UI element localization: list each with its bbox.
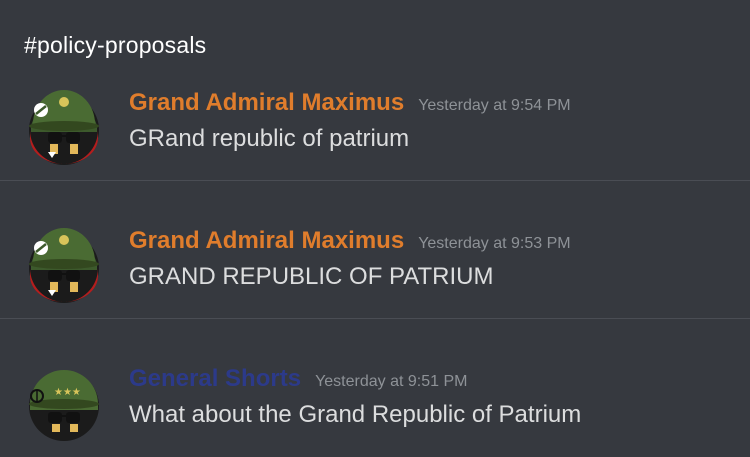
message-header: General Shorts Yesterday at 9:51 PM [129,365,467,393]
message-header: Grand Admiral Maximus Yesterday at 9:53 P… [129,227,571,255]
message-text: GRand republic of patrium [129,125,410,152]
avatar[interactable] [24,224,104,304]
message-item: Grand Admiral Maximus Yesterday at 9:54 P… [0,42,750,180]
timestamp: Yesterday at 9:51 PM [315,373,468,390]
author-name[interactable]: Grand Admiral Maximus [129,227,404,254]
timestamp: Yesterday at 9:53 PM [418,235,571,252]
author-name[interactable]: Grand Admiral Maximus [129,89,404,116]
message-text: GRAND REPUBLIC OF PATRIUM [129,263,494,290]
timestamp: Yesterday at 9:54 PM [418,97,571,114]
message-header: Grand Admiral Maximus Yesterday at 9:54 P… [129,89,571,117]
message-text: What about the Grand Republic of Patrium [129,401,582,428]
avatar[interactable]: ★★★ [24,362,104,442]
author-name[interactable]: General Shorts [129,365,301,392]
message-item: Grand Admiral Maximus Yesterday at 9:53 P… [0,180,750,318]
svg-text:★★★: ★★★ [54,387,81,398]
message-item: ★★★ General Shorts Yesterday at 9:51 PM W… [0,318,750,456]
avatar[interactable] [24,86,104,166]
